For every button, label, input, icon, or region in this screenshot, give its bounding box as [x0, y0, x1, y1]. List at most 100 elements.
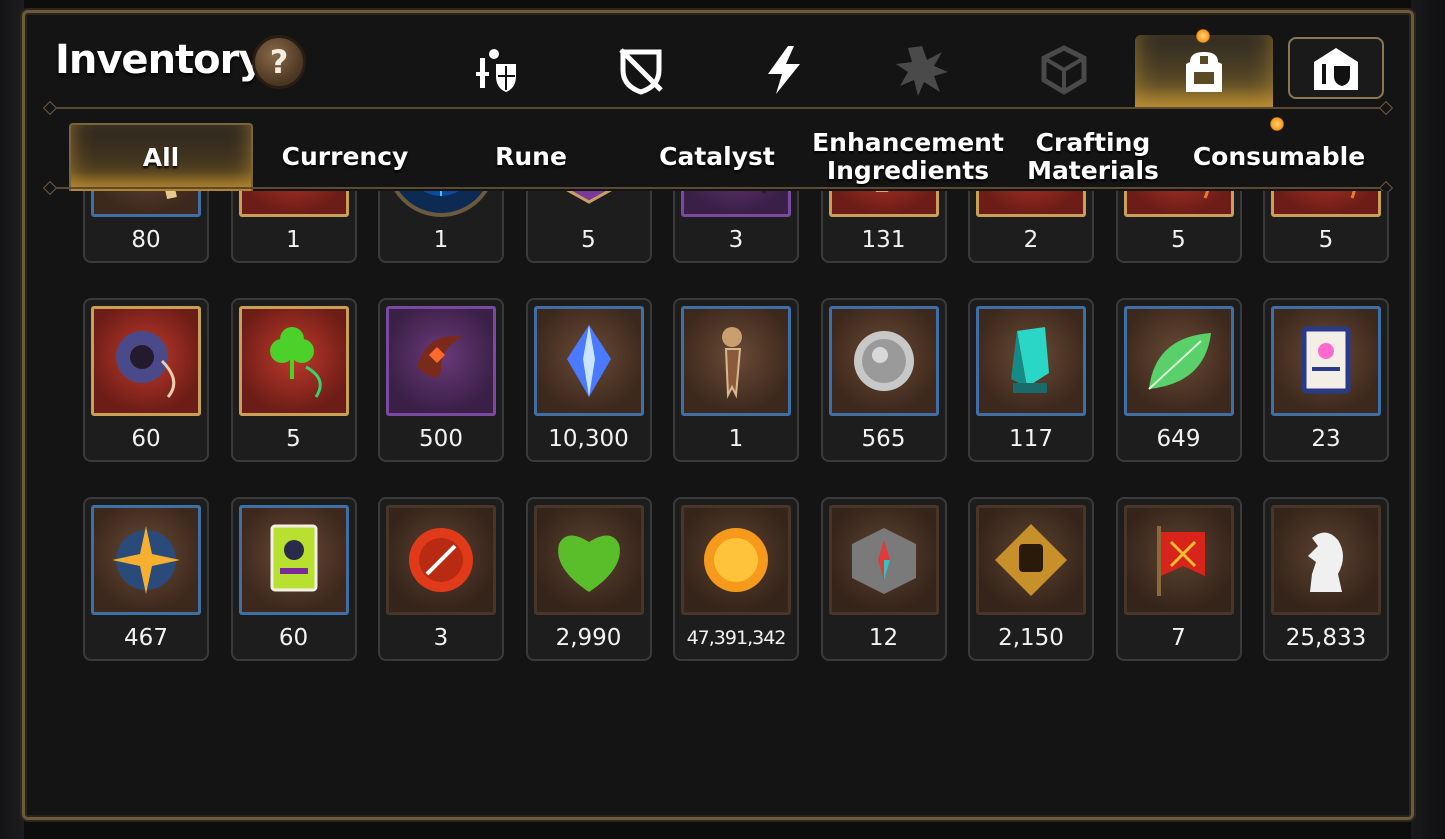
item-slot[interactable]: 3	[378, 497, 504, 661]
gold-coin-icon	[681, 505, 791, 615]
item-slot[interactable]: 1	[230, 191, 357, 263]
blue-rune-disc-icon	[386, 191, 496, 217]
item-slot[interactable]: 500	[378, 298, 504, 462]
item-slot[interactable]: 3	[673, 191, 799, 263]
water-drop-necklace-icon	[1271, 191, 1381, 217]
green-orb-icon	[238, 191, 349, 217]
star-compass-icon	[91, 505, 201, 615]
filter-consumable[interactable]: Consumable	[1189, 123, 1369, 191]
feather-wand-icon	[681, 191, 791, 217]
item-quantity: 5	[286, 426, 301, 452]
chess-knight-icon	[1271, 505, 1381, 615]
inventory-panel: Inventory ? All Currency Rune Catalyst E…	[22, 10, 1414, 820]
feather-wand-icon-art	[760, 191, 767, 195]
tab-explosion[interactable]	[877, 35, 967, 105]
leaf-icon	[1123, 306, 1234, 416]
item-slot[interactable]: 2	[968, 191, 1094, 263]
filter-enhancement-ingredients[interactable]: Enhancement Ingredients	[812, 123, 1004, 191]
sparkle-decoration	[1196, 29, 1210, 43]
item-quantity: 5	[1318, 227, 1334, 253]
tab-lightning[interactable]	[739, 35, 829, 105]
green-heart-icon-art	[557, 535, 620, 592]
filter-all[interactable]: All	[69, 123, 253, 191]
teal-crystal-icon	[976, 306, 1086, 416]
item-slot[interactable]: 649	[1115, 298, 1242, 462]
filter-tabs: All Currency Rune Catalyst Enhancement I…	[65, 123, 1385, 191]
item-quantity: 565	[861, 426, 906, 452]
backpack-icon	[1186, 52, 1222, 92]
triquetra-crystal-icon-art	[987, 191, 1075, 206]
item-slot[interactable]: 5	[1115, 191, 1242, 263]
item-slot[interactable]: 2,150	[968, 497, 1094, 661]
ginseng-root-icon	[91, 191, 201, 217]
star-compass-icon-art	[112, 526, 180, 594]
cube-icon	[1041, 45, 1087, 95]
tab-broken-shield[interactable]	[596, 35, 686, 105]
item-slot[interactable]: 47,391,342	[673, 497, 799, 661]
item-quantity: 23	[1311, 426, 1341, 452]
item-slot[interactable]: 1	[378, 191, 504, 263]
item-quantity: 500	[419, 426, 463, 452]
ticket-card-icon-art	[1301, 326, 1351, 394]
filter-currency[interactable]: Currency	[255, 123, 435, 191]
silver-coin-icon-art	[853, 331, 914, 391]
green-card-icon	[238, 505, 349, 615]
item-grid-viewport[interactable]: 80 1 1 5 3 131 2 5 5 60 5 500 10,300 1 565 117 649 23 467 6…	[61, 191, 1401, 811]
item-slot[interactable]: 60	[230, 497, 357, 661]
leaf-icon-art	[1147, 333, 1211, 390]
item-slot[interactable]: 12	[820, 497, 947, 661]
fist-emblem-icon-art	[995, 524, 1067, 596]
item-quantity: 2,150	[998, 625, 1064, 651]
item-slot[interactable]: 7	[1115, 497, 1242, 661]
item-quantity: 2,990	[555, 625, 622, 651]
category-tabs	[25, 13, 1411, 131]
pet-food-bag-icon	[534, 191, 644, 217]
stone-compass-icon	[828, 505, 939, 615]
blue-rune-disc-icon-art	[423, 191, 459, 196]
tab-guild-shield[interactable]	[1288, 37, 1384, 99]
tab-backpack[interactable]	[1135, 35, 1273, 109]
clover-necklace-icon-art	[269, 327, 322, 398]
ginseng-root-icon-art	[165, 191, 177, 200]
item-slot[interactable]: 60	[83, 298, 209, 462]
item-slot[interactable]: 23	[1263, 298, 1389, 462]
item-slot[interactable]: 5	[230, 298, 357, 462]
stone-compass-icon-art	[851, 528, 916, 594]
item-slot[interactable]: 5	[1263, 191, 1389, 263]
item-quantity: 60	[278, 625, 309, 651]
explosion-icon	[896, 46, 948, 96]
item-slot[interactable]: 467	[83, 497, 209, 661]
item-quantity: 47,391,342	[686, 627, 787, 649]
item-quantity: 5	[581, 227, 596, 253]
item-slot[interactable]: 1	[673, 298, 799, 462]
bookmark-dagger-icon	[681, 306, 791, 416]
green-heart-icon	[533, 505, 644, 615]
item-quantity: 117	[1009, 426, 1053, 452]
silver-coin-icon	[828, 306, 939, 416]
tab-hero-equip[interactable]	[453, 35, 543, 105]
red-badge-icon-art	[409, 528, 473, 592]
item-slot[interactable]: 80	[83, 191, 209, 263]
fire-crystal-icon-art	[875, 191, 888, 192]
item-slot[interactable]: 2,990	[525, 497, 652, 661]
filter-crafting-materials[interactable]: Crafting Materials	[1003, 123, 1183, 191]
blue-crystal-icon-art	[566, 325, 611, 397]
item-quantity: 12	[868, 625, 899, 651]
fire-crystal-icon	[828, 191, 939, 217]
guild-shield-icon	[1314, 48, 1358, 90]
hero-equip-icon	[476, 49, 516, 92]
tab-cube[interactable]	[1019, 35, 1109, 105]
filter-rune[interactable]: Rune	[441, 123, 621, 191]
ticket-card-icon	[1271, 306, 1381, 416]
item-slot[interactable]: 10,300	[525, 298, 652, 462]
item-quantity: 7	[1171, 625, 1186, 651]
filter-catalyst[interactable]: Catalyst	[627, 123, 807, 191]
item-slot[interactable]: 131	[820, 191, 947, 263]
item-slot[interactable]: 5	[525, 191, 652, 263]
flame-necklace-icon	[1123, 191, 1234, 217]
item-slot[interactable]: 117	[968, 298, 1094, 462]
background-right	[1411, 0, 1445, 839]
crescent-charm-icon-art	[417, 336, 463, 378]
item-slot[interactable]: 25,833	[1263, 497, 1389, 661]
item-slot[interactable]: 565	[820, 298, 947, 462]
